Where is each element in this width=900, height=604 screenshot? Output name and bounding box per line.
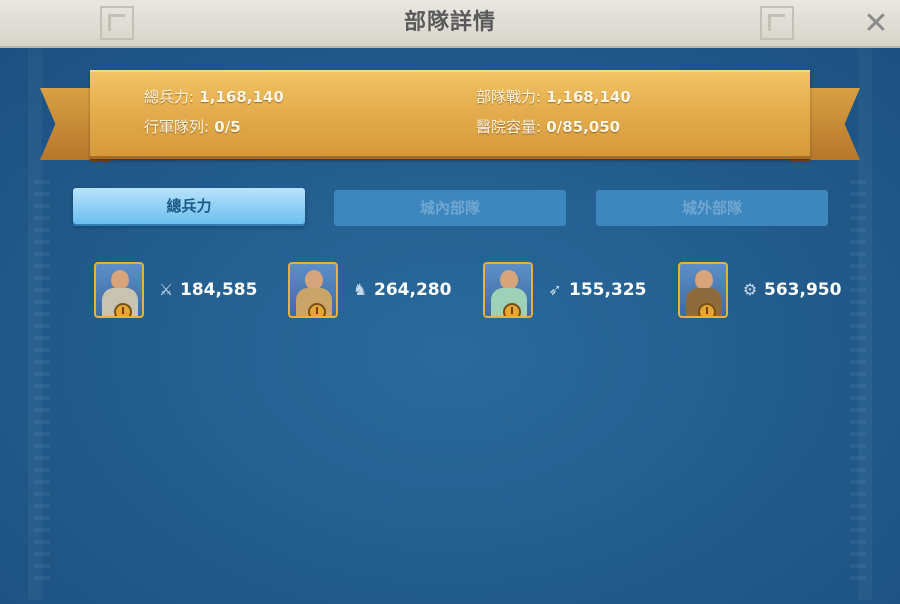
border-pattern-right	[850, 180, 866, 580]
summary-banner: 總兵力: 1,168,140 部隊戰力: 1,168,140 行軍隊列: 0/5…	[90, 70, 810, 159]
hospital-capacity: 醫院容量: 0/85,050	[476, 116, 620, 137]
cavalry-count: 264,280	[374, 280, 452, 300]
troop-power: 部隊戰力: 1,168,140	[476, 86, 631, 107]
archer-count: 155,325	[569, 280, 647, 300]
hospital-capacity-value: 0/85,050	[546, 118, 621, 136]
troop-power-value: 1,168,140	[546, 88, 631, 106]
siege-count: 563,950	[764, 280, 842, 300]
total-troops-label: 總兵力:	[144, 88, 195, 106]
archer-portrait: I	[483, 262, 533, 318]
tier-badge: I	[698, 303, 716, 316]
close-icon[interactable]: ✕	[858, 6, 894, 42]
border-pattern-left	[34, 180, 50, 580]
march-queue: 行軍隊列: 0/5	[144, 116, 241, 137]
siege-icon: ⚙	[742, 280, 758, 299]
horse-icon: ♞	[352, 280, 368, 299]
sword-icon: ⚔	[158, 280, 174, 299]
infantry-count: 184,585	[180, 280, 258, 300]
march-queue-value: 0/5	[214, 118, 241, 136]
total-troops: 總兵力: 1,168,140	[144, 86, 284, 107]
infantry-portrait: I	[94, 262, 144, 318]
tab-total-troops[interactable]: 總兵力	[73, 188, 305, 224]
tab-troops-in-city[interactable]: 城內部隊	[334, 190, 566, 226]
bow-icon: ➶	[548, 280, 562, 299]
tier-badge: I	[114, 303, 132, 316]
tier-badge: I	[503, 303, 521, 316]
tab-troops-outside[interactable]: 城外部隊	[596, 190, 828, 226]
page-title: 部隊詳情	[403, 10, 496, 35]
march-queue-label: 行軍隊列:	[144, 118, 210, 136]
hospital-capacity-label: 醫院容量:	[476, 118, 542, 136]
siege-portrait: I	[678, 262, 728, 318]
total-troops-value: 1,168,140	[199, 88, 284, 106]
tier-badge: I	[308, 303, 326, 316]
title-bar: 部隊詳情 ✕	[0, 0, 900, 48]
troop-power-label: 部隊戰力:	[476, 88, 542, 106]
cavalry-portrait: I	[288, 262, 338, 318]
